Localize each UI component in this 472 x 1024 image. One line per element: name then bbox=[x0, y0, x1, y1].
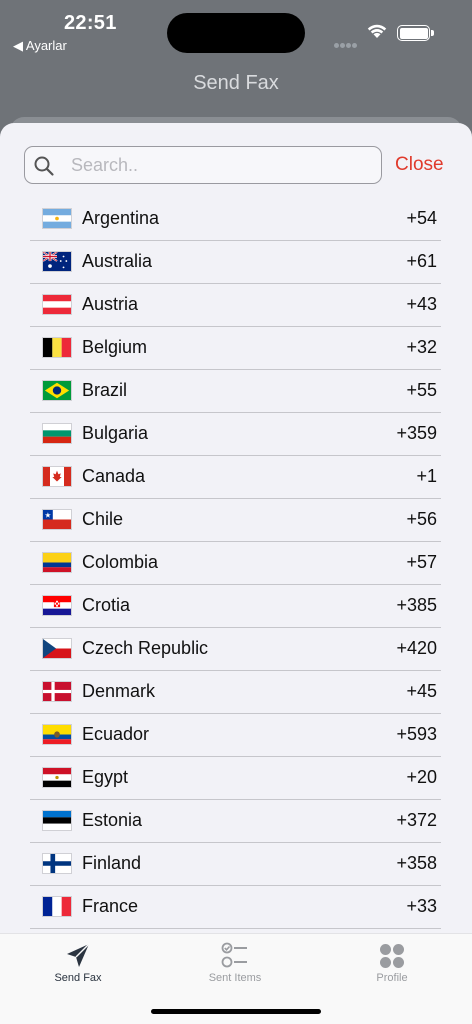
paper-plane-icon bbox=[67, 943, 90, 967]
list-item[interactable]: Chile +56 bbox=[30, 499, 441, 542]
croatia-flag-icon bbox=[42, 595, 72, 616]
dial-code: +54 bbox=[406, 208, 437, 228]
canada-flag-icon bbox=[42, 466, 72, 487]
dial-code: +45 bbox=[406, 681, 437, 701]
argentina-flag-icon bbox=[42, 208, 72, 229]
egypt-flag-icon bbox=[42, 767, 72, 788]
country-name: Colombia bbox=[82, 552, 159, 572]
australia-flag-icon bbox=[42, 251, 72, 272]
austria-flag-icon bbox=[42, 294, 72, 315]
page-title: Send Fax bbox=[193, 72, 279, 94]
tab-label: Send Fax bbox=[54, 972, 102, 984]
dial-code: +61 bbox=[406, 251, 437, 271]
country-name: Bulgaria bbox=[82, 423, 149, 443]
colombia-flag-icon bbox=[42, 552, 72, 573]
dial-code: +420 bbox=[396, 638, 437, 658]
tab-profile[interactable]: Profile bbox=[337, 940, 447, 984]
list-item[interactable]: Colombia +57 bbox=[30, 542, 441, 585]
list-item[interactable]: Denmark +45 bbox=[30, 671, 441, 714]
country-name: Estonia bbox=[82, 810, 143, 830]
brazil-flag-icon bbox=[42, 380, 72, 401]
list-item[interactable]: France +33 bbox=[30, 886, 441, 929]
estonia-flag-icon bbox=[42, 810, 72, 831]
country-name: Chile bbox=[82, 509, 124, 529]
list-item[interactable]: Australia +61 bbox=[30, 241, 441, 284]
country-name: France bbox=[82, 896, 139, 916]
country-name: Crotia bbox=[82, 595, 131, 615]
belgium-flag-icon bbox=[42, 337, 72, 358]
status-time: 22:51 bbox=[64, 12, 117, 34]
tab-label: Profile bbox=[376, 972, 408, 984]
list-item[interactable]: Finland +358 bbox=[30, 843, 441, 886]
country-name: Denmark bbox=[82, 681, 156, 701]
bulgaria-flag-icon bbox=[42, 423, 72, 444]
denmark-flag-icon bbox=[42, 681, 72, 702]
country-name: Austria bbox=[82, 294, 139, 314]
dial-code: +55 bbox=[406, 380, 437, 400]
close-button[interactable]: Close bbox=[395, 154, 444, 176]
dynamic-island bbox=[167, 13, 305, 53]
dial-code: +358 bbox=[396, 853, 437, 873]
list-item[interactable]: Crotia +385 bbox=[30, 585, 441, 628]
list-item[interactable]: Egypt +20 bbox=[30, 757, 441, 800]
search-icon bbox=[34, 156, 54, 176]
tab-send-fax[interactable]: Send Fax bbox=[23, 940, 133, 984]
list-item[interactable]: Argentina +54 bbox=[30, 198, 441, 241]
ecuador-flag-icon bbox=[42, 724, 72, 745]
country-name: Brazil bbox=[82, 380, 128, 400]
status-bar: 22:51 ◀ Ayarlar bbox=[0, 0, 472, 60]
dial-code: +359 bbox=[396, 423, 437, 443]
cellular-signal-icon bbox=[334, 35, 358, 53]
dial-code: +372 bbox=[396, 810, 437, 830]
country-name: Belgium bbox=[82, 337, 148, 357]
list-item[interactable]: Czech Republic +420 bbox=[30, 628, 441, 671]
checklist-icon bbox=[221, 942, 247, 968]
back-to-app-link[interactable]: ◀ Ayarlar bbox=[13, 38, 67, 54]
list-item[interactable]: Brazil +55 bbox=[30, 370, 441, 413]
dial-code: +56 bbox=[406, 509, 437, 529]
dial-code: +1 bbox=[416, 466, 437, 486]
grid-dots-icon bbox=[380, 944, 404, 968]
wifi-icon bbox=[366, 22, 388, 44]
country-name: Australia bbox=[82, 251, 153, 271]
list-item[interactable]: Belgium +32 bbox=[30, 327, 441, 370]
battery-icon bbox=[397, 25, 434, 41]
country-name: Finland bbox=[82, 853, 142, 873]
list-item[interactable]: Ecuador +593 bbox=[30, 714, 441, 757]
country-picker-sheet: Close Argentina +54 Australia +61 Austri… bbox=[0, 123, 472, 933]
country-name: Ecuador bbox=[82, 724, 150, 744]
list-item[interactable]: Canada +1 bbox=[30, 456, 441, 499]
dial-code: +385 bbox=[396, 595, 437, 615]
finland-flag-icon bbox=[42, 853, 72, 874]
country-name: Czech Republic bbox=[82, 638, 209, 658]
dial-code: +593 bbox=[396, 724, 437, 744]
tab-sent-items[interactable]: Sent Items bbox=[180, 940, 290, 984]
search-field[interactable] bbox=[24, 146, 382, 184]
tab-label: Sent Items bbox=[208, 972, 262, 984]
country-list: Argentina +54 Australia +61 Austria +43 … bbox=[30, 198, 441, 929]
country-name: Egypt bbox=[82, 767, 129, 787]
list-item[interactable]: Austria +43 bbox=[30, 284, 441, 327]
home-indicator[interactable] bbox=[151, 1009, 321, 1014]
dial-code: +43 bbox=[406, 294, 437, 314]
search-input[interactable] bbox=[71, 147, 371, 183]
dial-code: +33 bbox=[406, 896, 437, 916]
dial-code: +20 bbox=[406, 767, 437, 787]
list-item[interactable]: Bulgaria +359 bbox=[30, 413, 441, 456]
dial-code: +57 bbox=[406, 552, 437, 572]
chile-flag-icon bbox=[42, 509, 72, 530]
country-name: Canada bbox=[82, 466, 146, 486]
czech-flag-icon bbox=[42, 638, 72, 659]
list-item[interactable]: Estonia +372 bbox=[30, 800, 441, 843]
france-flag-icon bbox=[42, 896, 72, 917]
country-name: Argentina bbox=[82, 208, 160, 228]
dial-code: +32 bbox=[406, 337, 437, 357]
